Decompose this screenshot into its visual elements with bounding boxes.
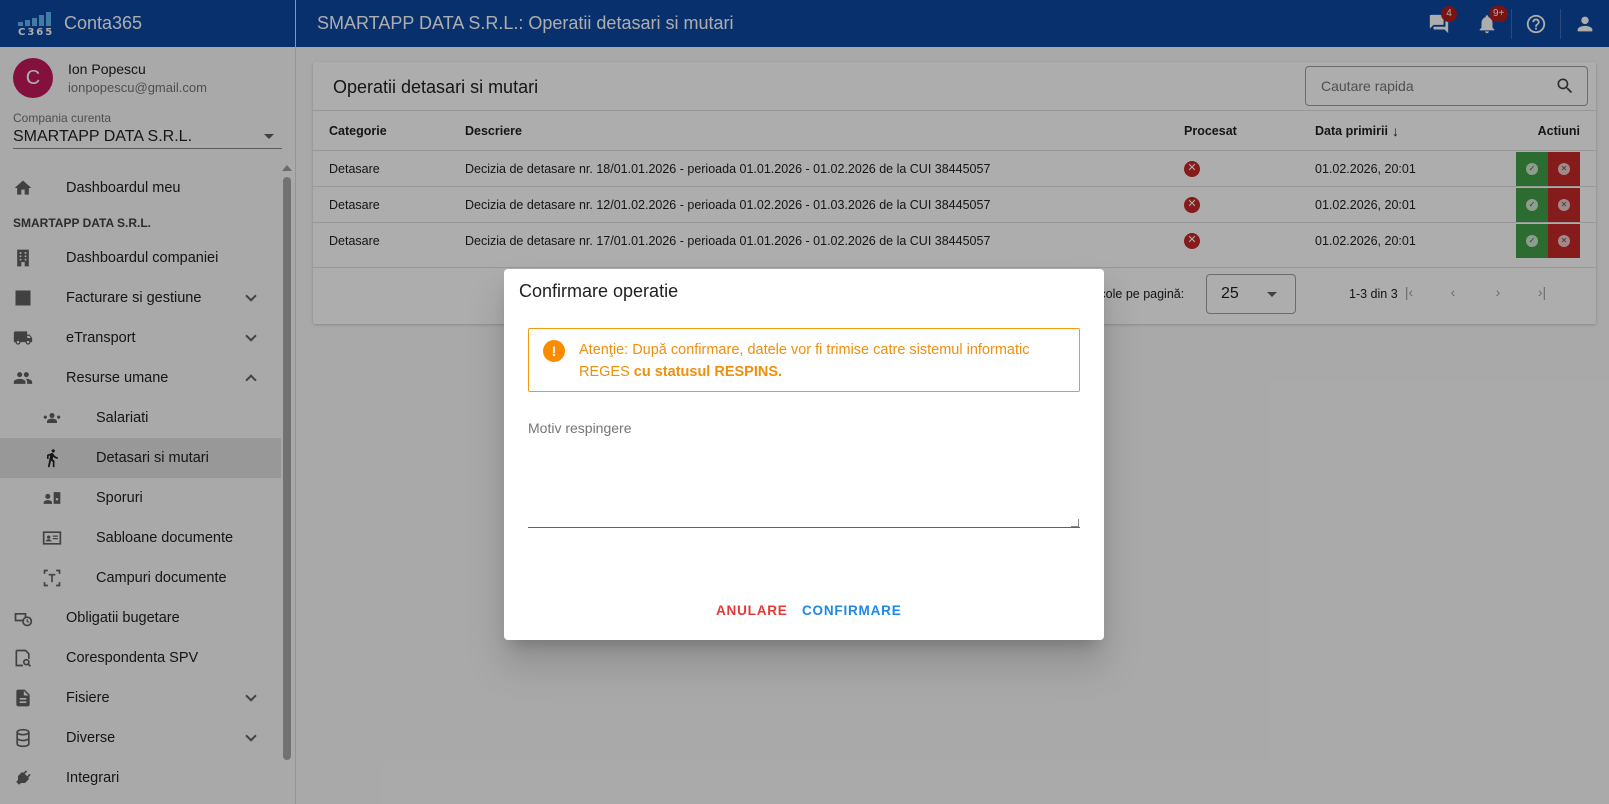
confirm-dialog: Confirmare operatie ! Atenţie: După conf… — [504, 269, 1104, 640]
warning-box: ! Atenţie: După confirmare, datele vor f… — [528, 328, 1080, 392]
rejection-reason-input[interactable] — [528, 420, 1080, 528]
dialog-title: Confirmare operatie — [519, 281, 679, 301]
cancel-button[interactable]: ANULARE — [716, 603, 788, 618]
resize-handle-icon[interactable] — [1071, 519, 1079, 527]
confirm-button[interactable]: CONFIRMARE — [802, 603, 902, 618]
warning-icon: ! — [543, 340, 565, 362]
warning-text: Atenţie: După confirmare, datele vor fi … — [579, 342, 1030, 380]
